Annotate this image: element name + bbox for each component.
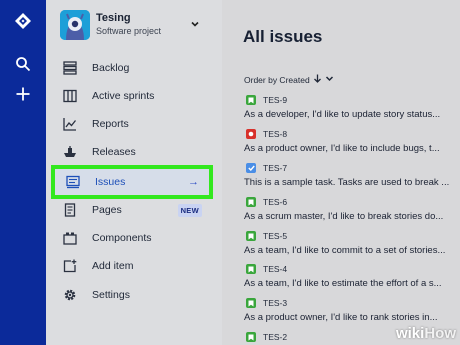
issue-row[interactable]: TES-7 This is a sample task. Tasks are u… <box>244 162 460 196</box>
add-item-icon <box>60 256 80 276</box>
story-icon <box>246 264 256 274</box>
sidebar-item-settings[interactable]: Settings <box>60 285 210 305</box>
backlog-icon <box>60 58 80 78</box>
sidebar-item-pages[interactable]: Pages NEW <box>60 200 210 220</box>
chevron-down-icon[interactable] <box>325 74 334 85</box>
sidebar-item-issues[interactable]: Issues → <box>51 165 213 199</box>
order-by-control[interactable]: Order by Created <box>244 74 334 85</box>
wikihow-watermark: wikiHow <box>395 325 456 342</box>
story-icon <box>246 231 256 241</box>
search-icon[interactable] <box>0 56 46 72</box>
sidebar-item-label: Reports <box>92 118 129 130</box>
issue-key: TES-4 <box>263 264 288 274</box>
issue-row[interactable]: TES-9 As a developer, I'd like to update… <box>244 94 460 128</box>
create-plus-icon[interactable] <box>0 86 46 102</box>
pages-icon <box>60 200 80 220</box>
global-nav-bar <box>0 0 46 345</box>
issue-summary: As a team, I'd like to commit to a set o… <box>244 245 446 256</box>
issues-icon <box>63 172 83 192</box>
issue-row[interactable]: TES-5 As a team, I'd like to commit to a… <box>244 230 460 264</box>
ship-icon <box>60 142 80 162</box>
sidebar-item-label: Issues <box>95 176 126 188</box>
sidebar-item-backlog[interactable]: Backlog <box>60 58 210 78</box>
order-by-label: Order by Created <box>244 74 310 85</box>
issue-key: TES-9 <box>263 95 288 105</box>
issue-key: TES-6 <box>263 197 288 207</box>
story-icon <box>246 197 256 207</box>
sidebar-item-label: Releases <box>92 146 136 158</box>
issue-row[interactable]: TES-4 As a team, I'd like to estimate th… <box>244 263 460 297</box>
issue-summary: As a product owner, I'd like to rank sto… <box>244 312 438 323</box>
sidebar-item-reports[interactable]: Reports <box>60 114 210 134</box>
sidebar-item-add-item[interactable]: Add item <box>60 256 210 276</box>
sidebar-item-label: Components <box>92 232 152 244</box>
issue-key: TES-2 <box>263 332 288 342</box>
issue-key: TES-5 <box>263 231 288 241</box>
sidebar-item-components[interactable]: Components <box>60 228 210 248</box>
story-icon <box>246 298 256 308</box>
sidebar-item-label: Add item <box>92 260 134 272</box>
components-icon <box>60 228 80 248</box>
sidebar-item-label: Pages <box>92 204 122 216</box>
sort-arrow-icon[interactable] <box>313 74 322 85</box>
project-header[interactable]: Tesing Software project <box>60 8 210 42</box>
arrow-right-icon: → <box>188 176 199 188</box>
sidebar-item-label: Settings <box>92 289 130 301</box>
project-type: Software project <box>96 26 162 36</box>
issue-key: TES-3 <box>263 298 288 308</box>
task-icon <box>246 163 256 173</box>
issue-row[interactable]: TES-8 As a product owner, I'd like to in… <box>244 128 460 162</box>
board-icon <box>60 86 80 106</box>
gear-icon <box>60 285 80 305</box>
main-content: All issues Order by Created TES-9 As a d… <box>222 0 460 345</box>
sidebar-item-releases[interactable]: Releases <box>60 142 210 162</box>
story-icon <box>246 332 256 342</box>
issue-summary: As a product owner, I'd like to include … <box>244 143 440 154</box>
issue-key: TES-8 <box>263 129 288 139</box>
sidebar-item-label: Backlog <box>92 62 130 74</box>
issue-summary: As a team, I'd like to estimate the effo… <box>244 278 442 289</box>
story-icon <box>246 95 256 105</box>
sidebar-item-active-sprints[interactable]: Active sprints <box>60 86 210 106</box>
issue-summary: This is a sample task. Tasks are used to… <box>244 177 450 188</box>
bug-icon <box>246 129 256 139</box>
sidebar-item-issues-inner[interactable]: Issues <box>63 172 203 192</box>
issue-key: TES-7 <box>263 163 288 173</box>
jira-logo-icon[interactable] <box>0 12 46 30</box>
project-avatar <box>60 10 90 40</box>
chevron-down-icon[interactable] <box>190 16 200 34</box>
issue-row[interactable]: TES-6 As a scrum master, I'd like to bre… <box>244 196 460 230</box>
issue-summary: As a developer, I'd like to update story… <box>244 109 441 120</box>
issue-summary: As a scrum master, I'd like to break sto… <box>244 211 444 222</box>
project-name: Tesing <box>96 12 131 24</box>
page-title: All issues <box>243 27 323 46</box>
sidebar-item-label: Active sprints <box>92 90 155 102</box>
reports-chart-icon <box>60 114 80 134</box>
new-badge: NEW <box>177 204 202 217</box>
